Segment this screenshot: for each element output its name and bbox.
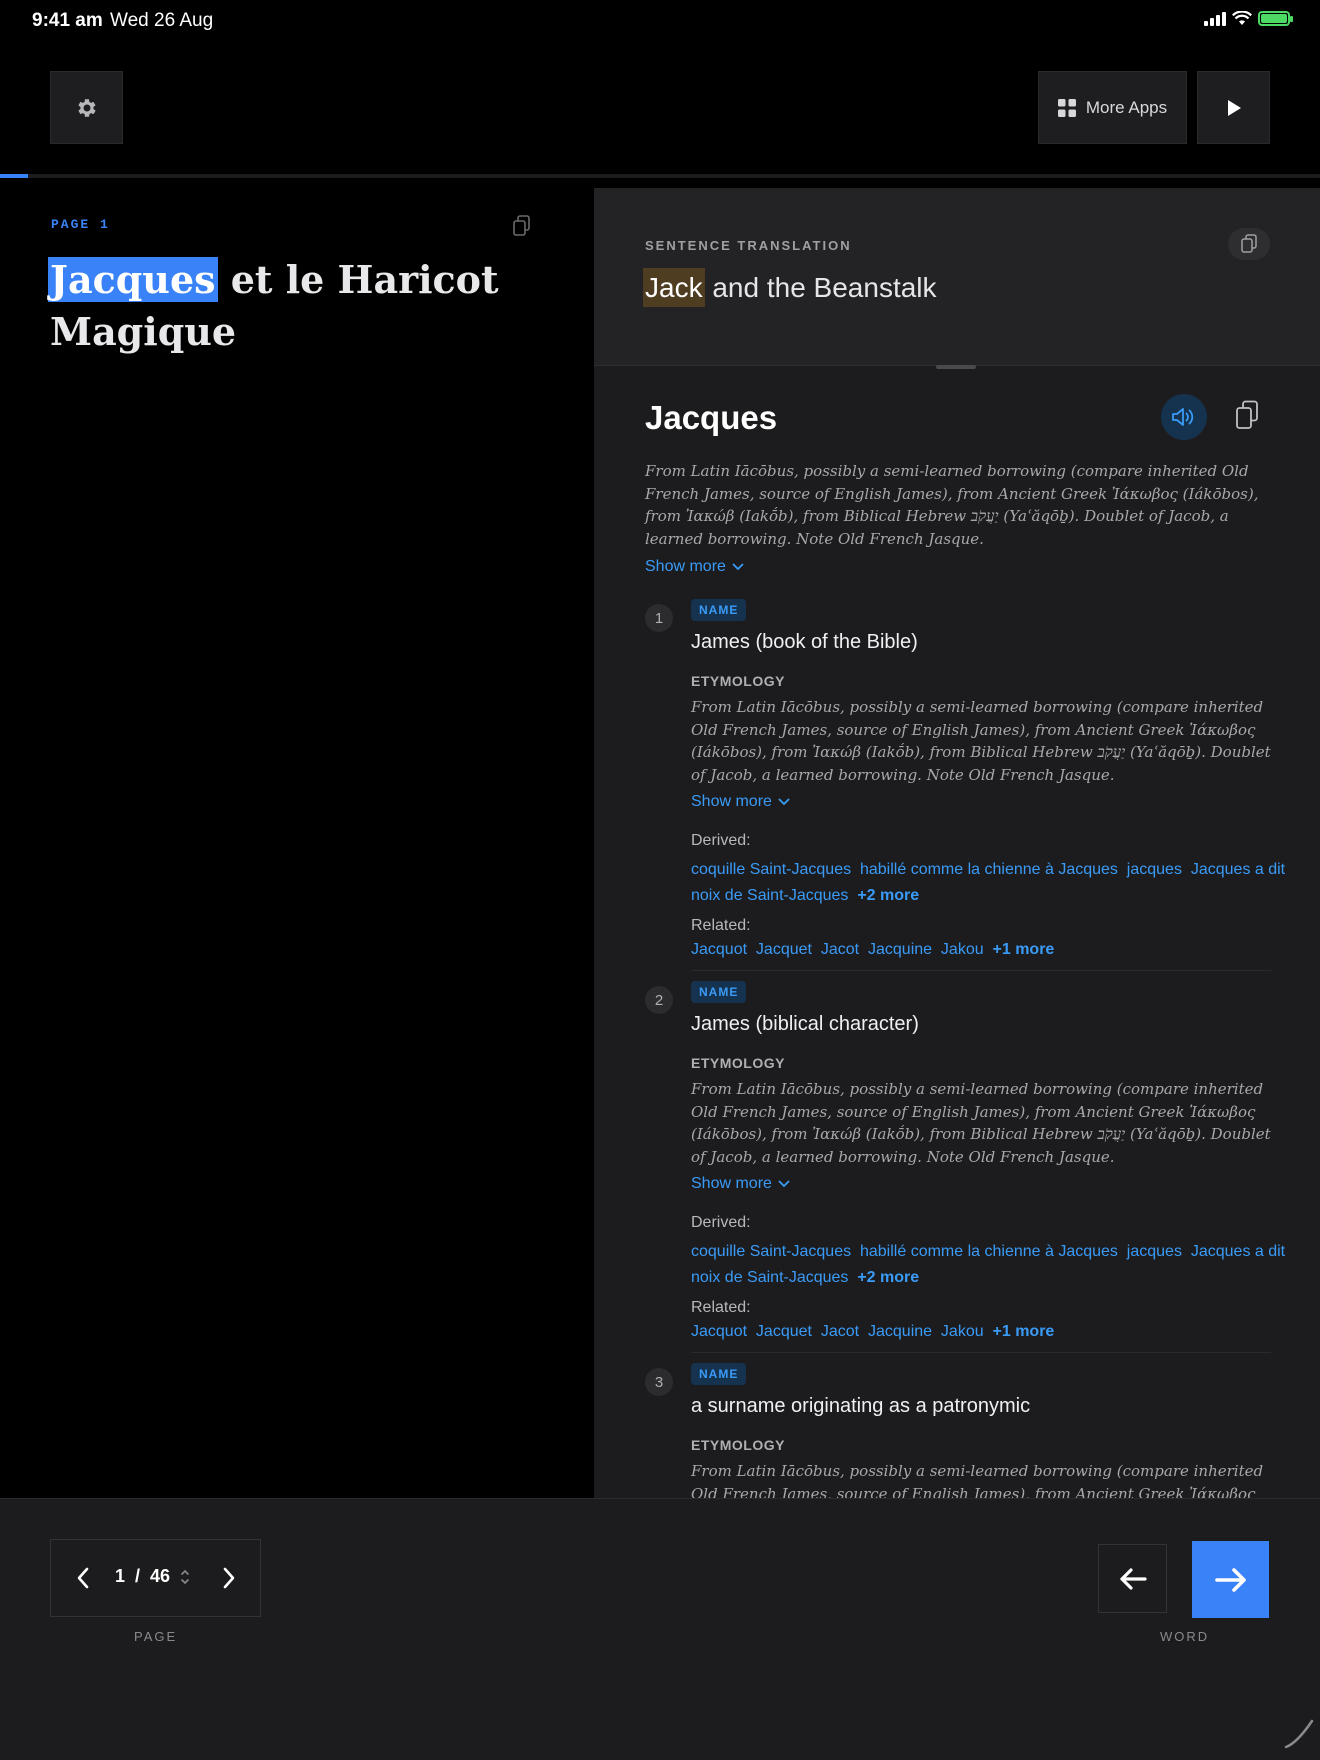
reading-progress-track xyxy=(0,174,1320,178)
total-pages: 46 xyxy=(150,1566,171,1586)
related-links[interactable]: Jacquot Jacquet Jacot Jacquine Jakou +1 … xyxy=(691,1323,1291,1341)
derived-heading: Derived: xyxy=(691,832,751,849)
pos-badge: NAME xyxy=(691,599,747,621)
page-nav-label: PAGE xyxy=(134,1629,178,1644)
show-more-label: Show more xyxy=(691,793,772,810)
related-more-link[interactable]: +1 more xyxy=(993,941,1055,958)
page-selector[interactable]: 1 / 46 xyxy=(115,1566,190,1587)
copy-icon xyxy=(1236,400,1258,429)
sense-divider xyxy=(691,1352,1271,1353)
show-more-label: Show more xyxy=(691,1175,772,1192)
sense-definition: a surname originating as a patronymic xyxy=(691,1395,1031,1417)
related-link-list[interactable]: Jacquot Jacquet Jacot Jacquine Jakou xyxy=(691,1323,984,1340)
entry-etymology: From Latin Iācōbus, possibly a semi-lear… xyxy=(645,462,1259,548)
play-icon xyxy=(1227,99,1241,116)
bottom-navigation: 1 / 46 PAGE WORD xyxy=(0,1498,1320,1760)
previous-word-button[interactable] xyxy=(1098,1544,1167,1613)
sense-number: 3 xyxy=(645,1368,673,1396)
show-more-label: Show more xyxy=(645,558,726,575)
chevron-down-icon xyxy=(732,563,744,571)
related-heading: Related: xyxy=(691,1299,751,1316)
derived-links[interactable]: coquille Saint-Jacques habillé comme la … xyxy=(691,857,1291,909)
show-more-button[interactable]: Show more xyxy=(645,558,744,576)
derived-more-link[interactable]: +2 more xyxy=(857,1269,919,1286)
chevron-down-icon xyxy=(778,798,790,806)
etymology-heading: ETYMOLOGY xyxy=(691,673,785,689)
page-text: Jacques et le Haricot Magique xyxy=(48,254,520,358)
battery-charging-icon xyxy=(1258,11,1293,26)
chevron-up-down-icon xyxy=(180,1569,190,1584)
copy-word-button[interactable] xyxy=(1234,400,1260,435)
pos-badge: NAME xyxy=(691,1363,747,1385)
page-number-label: PAGE 1 xyxy=(51,217,110,232)
derived-heading: Derived: xyxy=(691,1214,751,1231)
derived-more-link[interactable]: +2 more xyxy=(857,887,919,904)
highlighted-word[interactable]: Jacques xyxy=(48,257,218,302)
derived-links[interactable]: coquille Saint-Jacques habillé comme la … xyxy=(691,1239,1291,1291)
wifi-icon xyxy=(1232,11,1252,25)
pronounce-button[interactable] xyxy=(1161,394,1207,440)
derived-link-list[interactable]: coquille Saint-Jacques habillé comme la … xyxy=(691,1243,1294,1286)
status-time: 9:41 am xyxy=(32,10,103,31)
copy-translation-button[interactable] xyxy=(1228,228,1270,260)
related-link-list[interactable]: Jacquot Jacquet Jacot Jacquine Jakou xyxy=(691,941,984,958)
translation-label: SENTENCE TRANSLATION xyxy=(645,238,852,253)
gear-icon xyxy=(77,98,96,117)
word-nav-label: WORD xyxy=(1160,1629,1210,1644)
translation-text: Jack and the Beanstalk xyxy=(643,268,937,307)
sense-number: 2 xyxy=(645,986,673,1014)
current-page: 1 xyxy=(115,1566,126,1586)
status-indicators xyxy=(1204,11,1293,26)
chevron-down-icon xyxy=(778,1180,790,1188)
grid-icon xyxy=(1057,98,1076,117)
chevron-right-icon xyxy=(223,1567,235,1589)
play-button[interactable] xyxy=(1197,71,1270,144)
speaker-icon xyxy=(1172,408,1194,426)
translation-rest: and the Beanstalk xyxy=(704,272,937,303)
translation-highlight: Jack xyxy=(643,268,705,307)
page-pager: 1 / 46 xyxy=(50,1539,261,1617)
sense-etymology: From Latin Iācōbus, possibly a semi-lear… xyxy=(691,698,1271,784)
sense-definition: James (book of the Bible) xyxy=(691,631,918,653)
sense-divider xyxy=(691,970,1271,971)
etymology-heading: ETYMOLOGY xyxy=(691,1055,785,1071)
show-more-button[interactable]: Show more xyxy=(691,1175,790,1193)
show-more-button[interactable]: Show more xyxy=(691,793,790,811)
cellular-signal-icon xyxy=(1204,11,1226,26)
page-separator: / xyxy=(135,1566,141,1586)
etymology-heading: ETYMOLOGY xyxy=(691,1437,785,1453)
sense-definition: James (biblical character) xyxy=(691,1013,919,1035)
next-page-button[interactable] xyxy=(211,1559,247,1597)
settings-button[interactable] xyxy=(50,71,123,144)
sense-etymology: From Latin Iācōbus, possibly a semi-lear… xyxy=(691,1080,1271,1166)
derived-link-list[interactable]: coquille Saint-Jacques habillé comme la … xyxy=(691,861,1294,904)
entry-word: Jacques xyxy=(645,399,778,436)
sense-etymology: From Latin Iācōbus, possibly a semi-lear… xyxy=(691,1462,1264,1498)
related-links[interactable]: Jacquot Jacquet Jacot Jacquine Jakou +1 … xyxy=(691,941,1291,959)
sentence-translation-box: SENTENCE TRANSLATION Jack and the Beanst… xyxy=(594,188,1320,366)
chevron-left-icon xyxy=(77,1567,89,1589)
arrow-right-icon xyxy=(1214,1567,1246,1592)
pos-badge: NAME xyxy=(691,981,747,1003)
more-apps-label: More Apps xyxy=(1085,97,1168,117)
scribble-corner-icon xyxy=(1284,1719,1314,1749)
related-heading: Related: xyxy=(691,917,751,934)
resize-handle[interactable] xyxy=(936,365,976,369)
status-bar: 9:41 am Wed 26 Aug xyxy=(0,0,1320,44)
copy-page-button[interactable] xyxy=(512,215,532,242)
dictionary-panel: SENTENCE TRANSLATION Jack and the Beanst… xyxy=(594,188,1320,1498)
copy-icon xyxy=(513,215,530,236)
copy-icon xyxy=(1241,234,1257,253)
arrow-left-icon xyxy=(1119,1567,1147,1590)
sense-number: 1 xyxy=(645,604,673,632)
status-date: Wed 26 Aug xyxy=(110,10,214,31)
reading-progress-fill xyxy=(0,174,28,178)
related-more-link[interactable]: +1 more xyxy=(993,1323,1055,1340)
more-apps-button[interactable]: More Apps xyxy=(1038,71,1187,144)
next-word-button[interactable] xyxy=(1192,1541,1269,1618)
previous-page-button[interactable] xyxy=(65,1559,101,1597)
